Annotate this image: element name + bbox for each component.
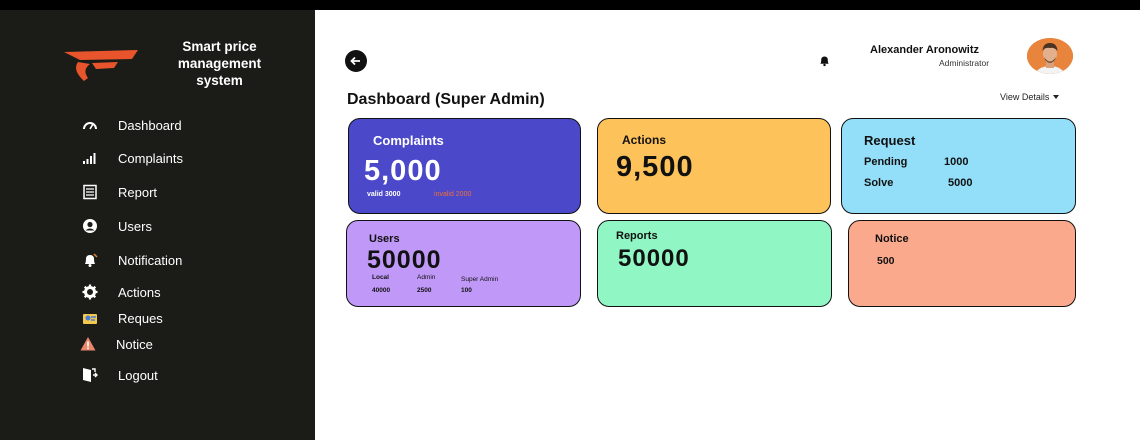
sidebar-item-actions[interactable]: Actions <box>82 280 161 304</box>
card-value: 5,000 <box>364 155 442 187</box>
sidebar-item-notice[interactable]: Notice <box>80 332 153 356</box>
brand-line-1: Smart price <box>182 39 257 54</box>
avatar[interactable] <box>1027 38 1073 74</box>
sidebar-item-notification[interactable]: Notification <box>82 248 182 272</box>
request-icon <box>82 310 98 326</box>
sidebar-item-users[interactable]: Users <box>82 214 152 238</box>
pending-label: Pending <box>864 156 908 168</box>
card-title: Reports <box>616 230 658 242</box>
brand-name: Smart price management system <box>152 38 287 89</box>
card-value: 9,500 <box>616 151 694 183</box>
page-title: Dashboard (Super Admin) <box>347 91 545 108</box>
invalid-count: invalid 2000 <box>434 191 472 198</box>
sidebar-item-label: Dashboard <box>118 117 182 133</box>
card-title: Actions <box>622 133 667 147</box>
sidebar-item-label: Report <box>118 184 158 200</box>
sidebar-item-label: Notification <box>118 252 183 268</box>
sidebar-item-complaints[interactable]: Complaints <box>82 146 183 170</box>
user-portrait-icon <box>1027 38 1073 74</box>
gauge-icon <box>82 117 98 133</box>
complaints-card[interactable]: Complaints 5,000 valid 3000 invalid 2000 <box>348 118 581 214</box>
local-label: Local <box>372 274 389 281</box>
card-title: Request <box>864 133 916 148</box>
user-role: Administrator <box>939 58 990 68</box>
sidebar-item-report[interactable]: Report <box>82 180 157 204</box>
sidebar-item-label: Logout <box>118 367 158 383</box>
card-value: 50000 <box>367 246 442 274</box>
document-icon <box>82 184 98 200</box>
card-title: Users <box>369 233 400 245</box>
top-bar <box>0 0 1140 10</box>
warning-icon <box>80 336 96 352</box>
view-details-label: View Details <box>1000 92 1050 102</box>
pending-value: 1000 <box>944 156 969 168</box>
sidebar-item-dashboard[interactable]: Dashboard <box>82 113 182 137</box>
users-card[interactable]: Users 50000 Local Admin Super Admin 4000… <box>346 220 581 307</box>
gear-icon <box>82 284 98 300</box>
brand[interactable]: Smart price management system <box>62 38 302 108</box>
brand-line-2: management <box>177 56 262 71</box>
request-card[interactable]: Request Pending 1000 Solve 5000 <box>841 118 1076 214</box>
card-title: Complaints <box>373 133 444 148</box>
admin-value: 2500 <box>417 287 432 294</box>
main-content: Alexander Aronowitz Administrator Dashbo… <box>315 10 1140 440</box>
super-admin-value: 100 <box>461 287 472 294</box>
caret-down-icon <box>1053 95 1060 99</box>
brand-logo-icon <box>64 50 138 81</box>
signal-bars-icon <box>82 150 98 166</box>
logout-icon <box>82 367 98 383</box>
super-admin-label: Super Admin <box>461 276 499 283</box>
arrow-left-icon <box>350 56 360 66</box>
user-name: Alexander Aronowitz <box>870 44 979 56</box>
sidebar-item-logout[interactable]: Logout <box>82 363 158 387</box>
notice-card[interactable]: Notice 500 <box>848 220 1076 307</box>
local-value: 40000 <box>372 287 391 294</box>
bell-icon <box>82 252 98 268</box>
actions-card[interactable]: Actions 9,500 <box>597 118 831 214</box>
brand-line-3: system <box>196 73 243 88</box>
card-value: 500 <box>877 255 895 267</box>
sidebar-item-request[interactable]: Reques <box>82 306 163 330</box>
card-title: Notice <box>875 233 909 245</box>
user-circle-icon <box>82 218 98 234</box>
admin-label: Admin <box>417 274 436 281</box>
sidebar: Smart price management system Dashboard … <box>0 10 315 440</box>
sidebar-item-label: Complaints <box>118 150 184 166</box>
view-details-dropdown[interactable]: View Details <box>1000 92 1060 102</box>
sidebar-item-label: Actions <box>118 284 161 300</box>
back-button[interactable] <box>345 50 367 72</box>
card-value: 50000 <box>618 245 690 272</box>
valid-count: valid 3000 <box>367 191 401 198</box>
solve-label: Solve <box>864 177 894 189</box>
sidebar-item-label: Notice <box>116 336 153 352</box>
sidebar-item-label: Reques <box>118 310 163 326</box>
sidebar-item-label: Users <box>118 218 152 234</box>
reports-card[interactable]: Reports 50000 <box>597 220 832 307</box>
bell-icon[interactable] <box>818 54 831 67</box>
solve-value: 5000 <box>948 177 973 189</box>
